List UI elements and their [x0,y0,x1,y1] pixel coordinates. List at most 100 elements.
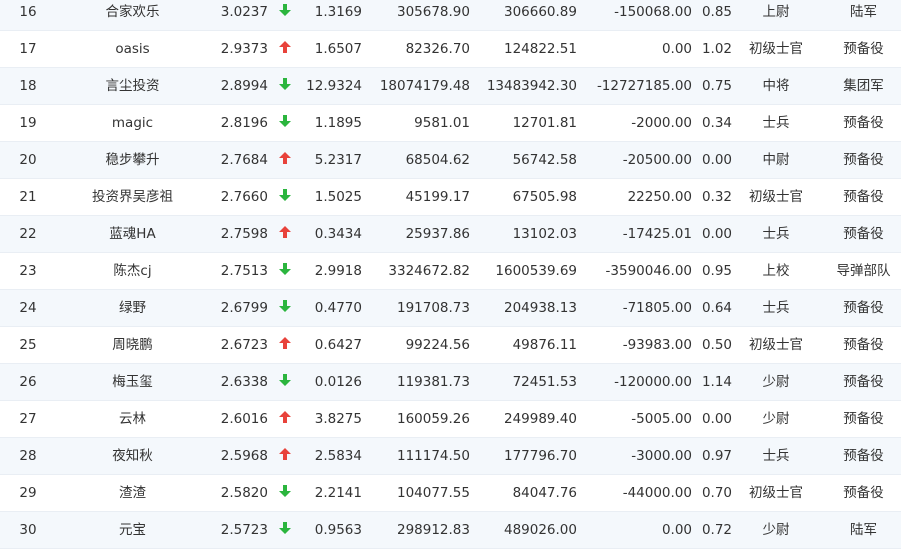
market-value: 84047.76 [512,485,577,501]
player-name: 元宝 [119,522,146,538]
table-row[interactable]: 28 夜知秋 2.5968 2.5834 111174.50 177796.70 -3000… [0,438,901,475]
unit-name: 预备役 [843,374,884,390]
unit-name: 陆军 [850,4,877,20]
military-rank: 士兵 [762,226,790,242]
military-rank: 少尉 [762,374,790,390]
rank-cell: 25 [19,337,37,353]
table-row[interactable]: 29 渣渣 2.5820 2.2141 104077.55 84047.76 -44000.… [0,475,901,512]
change-value: -44000.00 [622,485,692,501]
market-value: 13102.03 [512,226,577,242]
change-value: -71805.00 [622,300,692,316]
ratio-value: 0.9563 [314,522,362,538]
asset-value: 298912.83 [396,522,470,538]
score-value: 2.7513 [220,263,268,279]
military-rank: 初级士官 [749,189,803,205]
change-value: -3590046.00 [605,263,692,279]
market-value: 124822.51 [503,41,577,57]
percent-value: 0.00 [701,226,732,242]
table-row[interactable]: 21 投资界吴彦祖 2.7660 1.5025 45199.17 67505.98 2225… [0,179,901,216]
table-row[interactable]: 23 陈杰cj 2.7513 2.9918 3324672.82 1600539.69 -3… [0,253,901,290]
change-value: -2000.00 [631,115,692,131]
military-rank: 少尉 [762,411,790,427]
military-rank: 中将 [762,78,790,94]
asset-value: 9581.01 [414,115,470,131]
table-row[interactable]: 22 蓝魂HA 2.7598 0.3434 25937.86 13102.03 -17425… [0,216,901,253]
player-name: oasis [115,41,150,57]
change-value: -12727185.00 [596,78,692,94]
change-value: 0.00 [661,41,692,57]
unit-name: 预备役 [843,115,884,131]
asset-value: 82326.70 [405,41,470,57]
arrow-down-icon [277,364,293,400]
percent-value: 1.02 [701,41,732,57]
asset-value: 45199.17 [405,189,470,205]
rank-cell: 22 [19,226,37,242]
military-rank: 初级士官 [749,41,803,57]
unit-name: 预备役 [843,485,884,501]
rank-cell: 17 [19,41,37,57]
change-value: -5005.00 [631,411,692,427]
asset-value: 160059.26 [396,411,470,427]
player-name: 合家欢乐 [105,4,160,20]
score-value: 2.6016 [220,411,268,427]
change-value: 22250.00 [627,189,692,205]
table-row[interactable]: 16 合家欢乐 3.0237 1.3169 305678.90 306660.89 -150… [0,0,901,31]
change-value: -20500.00 [622,152,692,168]
table-row[interactable]: 30 元宝 2.5723 0.9563 298912.83 489026.00 0.00 0.… [0,512,901,549]
percent-value: 0.85 [701,4,732,20]
player-name: 梅玉玺 [112,374,153,390]
arrow-up-icon [277,216,293,252]
ratio-value: 0.0126 [314,374,362,390]
arrow-down-icon [277,290,293,326]
asset-value: 119381.73 [396,374,470,390]
unit-name: 集团军 [843,78,884,94]
market-value: 72451.53 [512,374,577,390]
table-row[interactable]: 27 云林 2.6016 3.8275 160059.26 249989.40 -5005.… [0,401,901,438]
market-value: 13483942.30 [486,78,577,94]
ratio-value: 1.6507 [314,41,362,57]
player-name: 言尘投资 [105,78,160,94]
table-row[interactable]: 25 周晓鹏 2.6723 0.6427 99224.56 49876.11 -93983.… [0,327,901,364]
arrow-up-icon [277,401,293,437]
percent-value: 0.34 [701,115,732,131]
percent-value: 1.14 [701,374,732,390]
player-name: 投资界吴彦祖 [92,189,173,205]
rank-cell: 29 [19,485,37,501]
arrow-up-icon [277,31,293,67]
military-rank: 中尉 [762,152,790,168]
unit-name: 预备役 [843,337,884,353]
market-value: 49876.11 [512,337,577,353]
ratio-value: 1.3169 [314,4,362,20]
asset-value: 68504.62 [405,152,470,168]
table-row[interactable]: 24 绿野 2.6799 0.4770 191708.73 204938.13 -71805… [0,290,901,327]
unit-name: 预备役 [843,300,884,316]
military-rank: 士兵 [762,115,790,131]
table-row[interactable]: 26 梅玉玺 2.6338 0.0126 119381.73 72451.53 -12000… [0,364,901,401]
score-value: 2.6799 [220,300,268,316]
percent-value: 0.70 [701,485,732,501]
percent-value: 0.50 [701,337,732,353]
rank-cell: 24 [19,300,37,316]
ratio-value: 0.3434 [314,226,362,242]
score-value: 2.7660 [220,189,268,205]
percent-value: 0.00 [701,152,732,168]
score-value: 2.5820 [220,485,268,501]
percent-value: 0.32 [701,189,732,205]
military-rank: 上尉 [762,4,790,20]
player-name: 渣渣 [119,485,146,501]
table-row[interactable]: 20 稳步攀升 2.7684 5.2317 68504.62 56742.58 -20500… [0,142,901,179]
unit-name: 预备役 [843,41,884,57]
military-rank: 士兵 [762,448,790,464]
asset-value: 111174.50 [396,448,470,464]
arrow-up-icon [277,142,293,178]
asset-value: 191708.73 [396,300,470,316]
asset-value: 104077.55 [396,485,470,501]
unit-name: 预备役 [843,448,884,464]
military-rank: 上校 [762,263,790,279]
rank-cell: 19 [19,115,37,131]
table-row[interactable]: 18 言尘投资 2.8994 12.9324 18074179.48 13483942.3… [0,68,901,105]
rank-cell: 26 [19,374,37,390]
ranking-table: 16 合家欢乐 3.0237 1.3169 305678.90 306660.89 -150… [0,0,901,549]
table-row[interactable]: 19 magic 2.8196 1.1895 9581.01 12701.81 -2000.… [0,105,901,142]
table-row[interactable]: 17 oasis 2.9373 1.6507 82326.70 124822.51 0.00… [0,31,901,68]
